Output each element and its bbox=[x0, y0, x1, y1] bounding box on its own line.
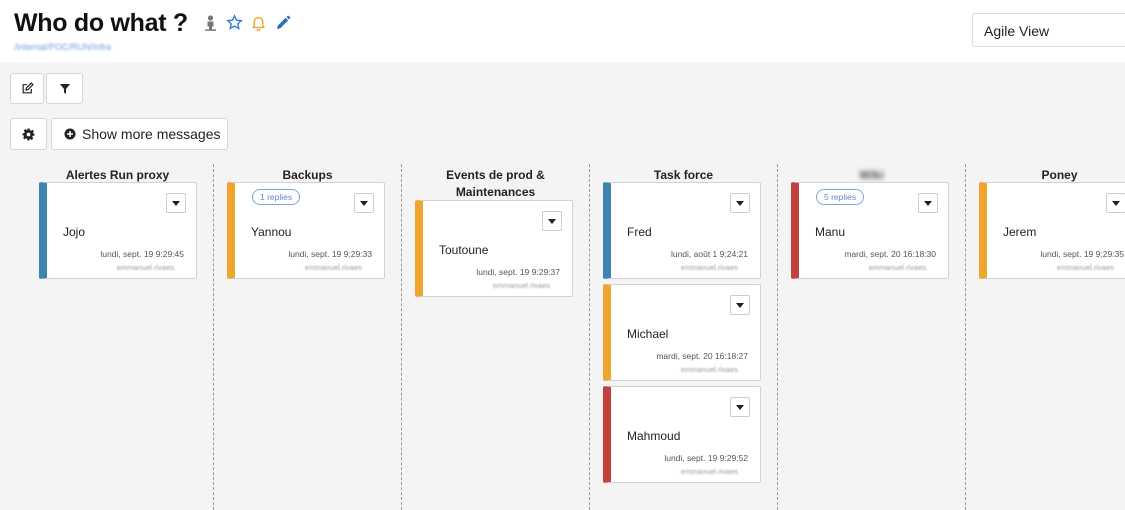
column-title: Events de prod & Maintenances bbox=[446, 168, 545, 199]
caret-down-icon bbox=[548, 218, 556, 224]
card-author: emmanuel.rivaes bbox=[304, 263, 362, 272]
message-card[interactable]: Jojo lundi, sept. 19 9:29:45 emmanuel.ri… bbox=[39, 182, 197, 279]
caret-down-icon bbox=[360, 200, 368, 206]
message-card[interactable]: 5 replies Manu mardi, sept. 20 16:18:30 … bbox=[791, 182, 949, 279]
card-name: Manu bbox=[815, 225, 846, 239]
card-menu-button[interactable] bbox=[730, 295, 750, 315]
card-menu-button[interactable] bbox=[1106, 193, 1125, 213]
card-author: emmanuel.rivaes bbox=[1056, 263, 1114, 272]
message-card[interactable]: Fred lundi, août 1 9:24:21 emmanuel.riva… bbox=[603, 182, 761, 279]
breadcrumb[interactable]: /Internal/POC/RUN/Infra bbox=[14, 42, 111, 52]
card-author: emmanuel.rivaes bbox=[868, 263, 926, 272]
star-icon[interactable] bbox=[226, 14, 243, 31]
title-actions bbox=[202, 14, 291, 31]
card-name: Fred bbox=[627, 225, 652, 239]
filter-icon bbox=[59, 83, 71, 95]
gear-icon bbox=[22, 128, 35, 141]
column-alertes-run-proxy: Alertes Run proxy Jojo lundi, sept. 19 9… bbox=[25, 164, 210, 510]
message-card[interactable]: Michael mardi, sept. 20 16:18:27 emmanue… bbox=[603, 284, 761, 381]
card-author: emmanuel.rivaes bbox=[680, 263, 738, 272]
card-name: Toutoune bbox=[439, 243, 489, 257]
card-name: Mahmoud bbox=[627, 429, 681, 443]
message-card[interactable]: Toutoune lundi, sept. 19 9:29:37 emmanue… bbox=[415, 200, 573, 297]
card-author: emmanuel.rivaes bbox=[680, 365, 738, 374]
card-name: Michael bbox=[627, 327, 669, 341]
bell-icon[interactable] bbox=[250, 14, 267, 31]
message-card[interactable]: Mahmoud lundi, sept. 19 9:29:52 emmanuel… bbox=[603, 386, 761, 483]
plus-circle-icon bbox=[64, 128, 76, 140]
card-date: mardi, sept. 20 16:18:30 bbox=[844, 249, 936, 259]
page-title: Who do what ? bbox=[14, 9, 188, 37]
card-author: emmanuel.rivaes bbox=[680, 467, 738, 476]
caret-down-icon bbox=[736, 302, 744, 308]
edit-icon bbox=[21, 82, 34, 95]
card-date: lundi, sept. 19 9:29:52 bbox=[664, 453, 748, 463]
card-menu-button[interactable] bbox=[918, 193, 938, 213]
card-menu-button[interactable] bbox=[730, 397, 750, 417]
column-poney: Poney Jerem lundi, sept. 19 9:29:35 emma… bbox=[966, 164, 1125, 510]
card-name: Jerem bbox=[1003, 225, 1037, 239]
card-date: lundi, sept. 19 9:29:45 bbox=[100, 249, 184, 259]
message-card[interactable]: Jerem lundi, sept. 19 9:29:35 emmanuel.r… bbox=[979, 182, 1125, 279]
caret-down-icon bbox=[172, 200, 180, 206]
settings-button[interactable] bbox=[10, 118, 47, 150]
filter-button[interactable] bbox=[46, 73, 83, 104]
edit-button[interactable] bbox=[10, 73, 44, 104]
card-date: lundi, sept. 19 9:29:33 bbox=[288, 249, 372, 259]
card-name: Yannou bbox=[251, 225, 292, 239]
card-date: lundi, sept. 19 9:29:37 bbox=[476, 267, 560, 277]
caret-down-icon bbox=[736, 404, 744, 410]
user-icon[interactable] bbox=[202, 14, 219, 31]
card-date: mardi, sept. 20 16:18:27 bbox=[656, 351, 748, 361]
caret-down-icon bbox=[924, 200, 932, 206]
show-more-label: Show more messages bbox=[82, 126, 221, 142]
column-backups: Backups 1 replies Yannou lundi, sept. 19… bbox=[214, 164, 401, 510]
replies-badge[interactable]: 5 replies bbox=[816, 189, 865, 205]
column-events-de-prod: Events de prod & Maintenances Toutoune l… bbox=[402, 164, 589, 510]
card-menu-button[interactable] bbox=[354, 193, 374, 213]
column-task-force: Task force Fred lundi, août 1 9:24:21 em… bbox=[590, 164, 777, 510]
pencil-icon[interactable] bbox=[274, 14, 291, 31]
page-header: Who do what ? /Internal/POC/RUN/Infra Ag… bbox=[0, 0, 1125, 62]
column-wiki: Wiki 5 replies Manu mardi, sept. 20 16:1… bbox=[778, 164, 965, 510]
view-select[interactable]: Agile View bbox=[972, 13, 1125, 47]
show-more-button[interactable]: Show more messages bbox=[51, 118, 228, 150]
card-name: Jojo bbox=[63, 225, 86, 239]
card-author: emmanuel.rivaes bbox=[116, 263, 174, 272]
card-menu-button[interactable] bbox=[166, 193, 186, 213]
card-author: emmanuel.rivaes bbox=[492, 281, 550, 290]
card-menu-button[interactable] bbox=[730, 193, 750, 213]
card-date: lundi, août 1 9:24:21 bbox=[670, 249, 748, 259]
replies-badge[interactable]: 1 replies bbox=[252, 189, 301, 205]
caret-down-icon bbox=[1112, 200, 1120, 206]
caret-down-icon bbox=[736, 200, 744, 206]
card-menu-button[interactable] bbox=[542, 211, 562, 231]
message-card[interactable]: 1 replies Yannou lundi, sept. 19 9:29:33… bbox=[227, 182, 385, 279]
card-date: lundi, sept. 19 9:29:35 bbox=[1040, 249, 1124, 259]
